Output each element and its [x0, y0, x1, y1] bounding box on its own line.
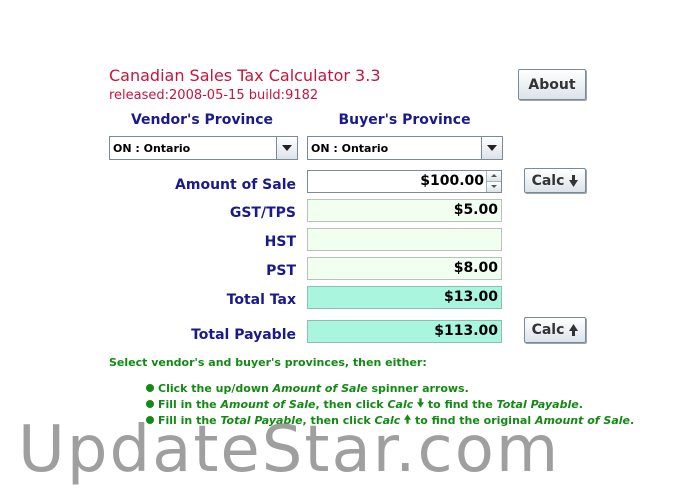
about-label: About — [528, 76, 576, 93]
amount-of-sale-label: Amount of Sale — [175, 177, 296, 193]
calc-down-label: Calc — [531, 172, 565, 189]
arrow-down-icon — [569, 174, 579, 187]
hst-label: HST — [264, 234, 296, 250]
pst-label: PST — [266, 263, 296, 279]
app-title: Canadian Sales Tax Calculator 3.3 — [109, 66, 381, 85]
bullet-dot-icon — [146, 384, 154, 392]
total-tax-label: Total Tax — [226, 292, 296, 308]
total-payable-label: Total Payable — [191, 327, 296, 343]
spinner-down-icon[interactable] — [487, 182, 501, 192]
pst-field[interactable]: $8.00 — [307, 257, 502, 280]
amount-of-sale-spinner[interactable]: $100.00 — [307, 170, 502, 193]
chevron-down-icon[interactable] — [276, 137, 297, 159]
spinner-up-icon[interactable] — [487, 171, 501, 182]
calc-up-button[interactable]: Calc — [524, 317, 586, 343]
arrow-up-icon — [569, 324, 579, 336]
gst-field[interactable]: $5.00 — [307, 199, 502, 222]
calc-down-button[interactable]: Calc — [524, 168, 586, 193]
release-info: released:2008-05-15 build:9182 — [109, 88, 319, 103]
bullet-dot-icon — [146, 400, 154, 408]
instruction-item-calc-down: Fill in the Amount of Sale, then click C… — [146, 398, 583, 411]
vendor-province-select[interactable]: ON : Ontario — [109, 136, 298, 160]
total-payable-field[interactable]: $113.00 — [307, 320, 502, 343]
buyer-province-label: Buyer's Province — [338, 112, 471, 128]
gst-label: GST/TPS — [229, 205, 296, 221]
calc-up-label: Calc — [531, 322, 565, 338]
total-tax-field[interactable]: $13.00 — [307, 286, 502, 309]
instructions-intro: Select vendor's and buyer's provinces, t… — [109, 356, 427, 369]
hst-field[interactable] — [307, 228, 502, 251]
buyer-province-value: ON : Ontario — [311, 142, 389, 155]
vendor-province-value: ON : Ontario — [113, 142, 191, 155]
buyer-province-select[interactable]: ON : Ontario — [307, 136, 503, 160]
amount-of-sale-value: $100.00 — [420, 173, 484, 189]
chevron-down-icon[interactable] — [481, 137, 502, 159]
vendor-province-label: Vendor's Province — [130, 112, 274, 128]
instruction-item-spinner: Click the up/down Amount of Sale spinner… — [146, 382, 469, 395]
about-button[interactable]: About — [518, 69, 586, 100]
watermark: UpdateStar.com — [18, 413, 561, 487]
spinner-buttons — [486, 171, 501, 192]
